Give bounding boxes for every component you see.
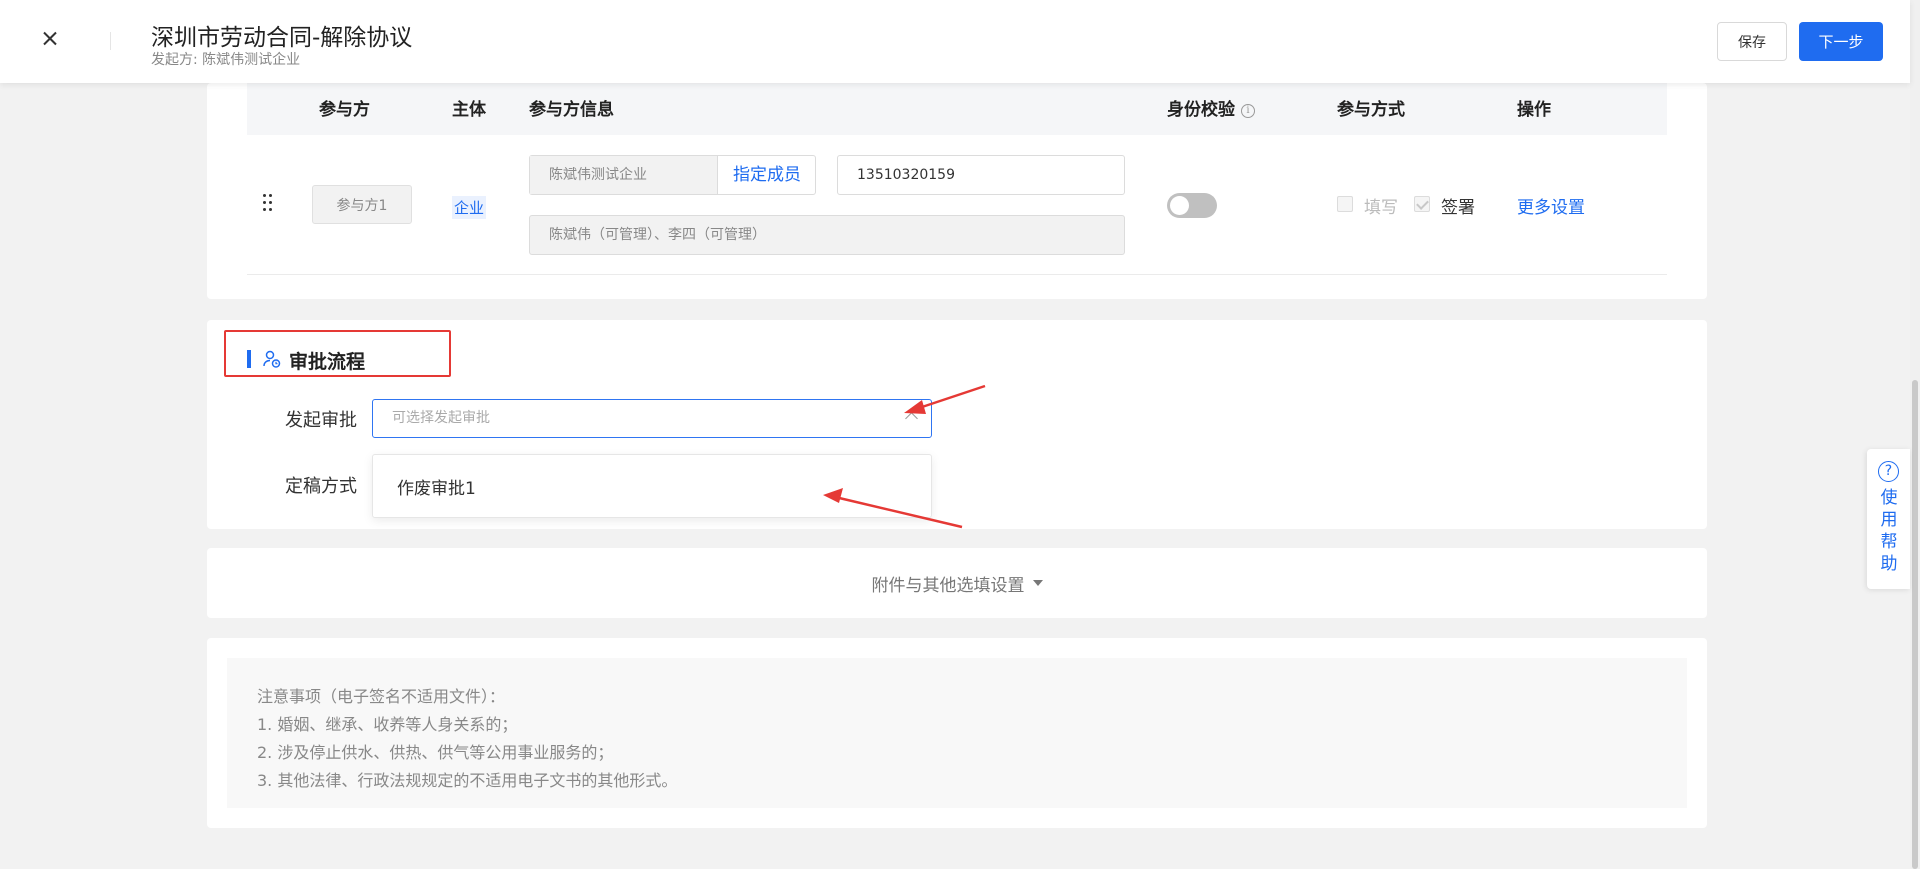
section-title: 审批流程 [289, 351, 366, 373]
column-header-actions: 操作 [1517, 100, 1551, 120]
members-field: 陈斌伟（可管理）、李四（可管理） [529, 215, 1125, 255]
initiate-approval-label: 发起审批 [285, 410, 357, 431]
initiate-approval-select[interactable]: 可选择发起审批 [372, 399, 932, 438]
next-step-button[interactable]: 下一步 [1799, 22, 1883, 61]
sign-checkbox-label: 签署 [1441, 198, 1475, 218]
notes-heading: 注意事项（电子签名不适用文件）： [257, 687, 506, 706]
party-company-group: 陈斌伟测试企业 指定成员 [529, 155, 816, 195]
info-icon[interactable]: i [1241, 104, 1255, 118]
help-icon: ? [1878, 461, 1899, 482]
scrollbar-thumb[interactable] [1912, 380, 1918, 869]
caret-down-icon [1032, 580, 1043, 586]
chevron-up-icon[interactable] [905, 412, 918, 425]
approval-card: 审批流程 发起审批 可选择发起审批 定稿方式 作废审批1 [207, 320, 1707, 529]
participants-table-header: 参与方 主体 参与方信息 身份校验 i 参与方式 操作 [247, 83, 1667, 135]
select-placeholder: 可选择发起审批 [392, 410, 490, 426]
help-tab[interactable]: ? 使用帮助 [1867, 449, 1910, 589]
help-label: 使用帮助 [1880, 488, 1898, 574]
participants-card: 参与方 主体 参与方信息 身份校验 i 参与方式 操作 参与方1 企业 陈斌伟测试… [207, 83, 1707, 299]
approval-user-icon [263, 350, 281, 368]
section-accent-bar [247, 350, 251, 368]
initiator-subtitle: 发起方: 陈斌伟测试企业 [151, 52, 301, 68]
header-divider [110, 32, 111, 50]
more-settings-link[interactable]: 更多设置 [1517, 193, 1585, 218]
fill-checkbox-label: 填写 [1364, 198, 1398, 218]
column-header-party-info: 参与方信息 [529, 100, 614, 120]
sign-checkbox[interactable] [1414, 196, 1430, 212]
save-button[interactable]: 保存 [1717, 22, 1787, 61]
column-header-method: 参与方式 [1337, 100, 1405, 120]
top-bar: 深圳市劳动合同-解除协议 发起方: 陈斌伟测试企业 保存 下一步 [0, 0, 1910, 83]
party-name-field: 参与方1 [312, 185, 412, 224]
notes-card: 注意事项（电子签名不适用文件）： 1. 婚姻、继承、收养等人身关系的； 2. 涉… [207, 638, 1707, 828]
company-name-field: 陈斌伟测试企业 [530, 156, 718, 194]
finalize-method-label: 定稿方式 [285, 476, 357, 497]
entity-type-tag: 企业 [452, 196, 487, 219]
attachments-card: 附件与其他选填设置 [207, 548, 1707, 618]
identity-check-header-label: 身份校验 [1167, 100, 1235, 120]
column-header-identity-check: 身份校验 i [1167, 95, 1255, 120]
column-header-entity: 主体 [452, 100, 486, 120]
document-title: 深圳市劳动合同-解除协议 [151, 25, 413, 51]
column-header-party: 参与方 [319, 100, 370, 120]
notes-box: 注意事项（电子签名不适用文件）： 1. 婚姻、继承、收养等人身关系的； 2. 涉… [227, 658, 1687, 808]
notes-item: 1. 婚姻、继承、收养等人身关系的； [257, 715, 518, 734]
fill-checkbox[interactable] [1337, 196, 1353, 212]
notes-item: 2. 涉及停止供水、供热、供气等公用事业服务的； [257, 743, 614, 762]
assign-members-link[interactable]: 指定成员 [733, 156, 801, 194]
attachments-toggle[interactable]: 附件与其他选填设置 [207, 548, 1707, 618]
identity-check-toggle[interactable] [1167, 193, 1217, 218]
approval-dropdown: 作废审批1 [372, 454, 932, 518]
drag-handle-icon[interactable] [262, 194, 274, 212]
attachments-toggle-label: 附件与其他选填设置 [871, 575, 1025, 596]
dropdown-option[interactable]: 作废审批1 [397, 474, 476, 499]
close-icon[interactable] [37, 26, 63, 52]
notes-item: 3. 其他法律、行政法规规定的不适用电子文书的其他形式。 [257, 771, 678, 790]
row-divider [247, 274, 1667, 275]
phone-input[interactable]: 13510320159 [837, 155, 1125, 195]
